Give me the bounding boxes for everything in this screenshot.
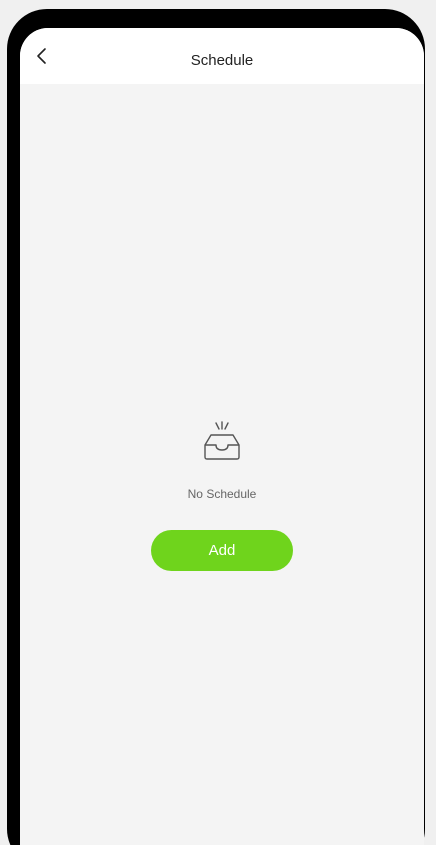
empty-message: No Schedule	[187, 487, 257, 501]
empty-inbox-icon	[204, 421, 240, 460]
top-navbar: Schedule	[20, 28, 424, 84]
phone-frame: Schedule No Schedule Add	[7, 9, 425, 845]
page-title: Schedule	[190, 52, 254, 69]
empty-state: No Schedule Add	[20, 419, 424, 571]
app-screen: Schedule No Schedule Add	[20, 28, 424, 845]
add-button[interactable]: Add	[151, 530, 293, 571]
page: Schedule No Schedule Add	[0, 0, 436, 845]
